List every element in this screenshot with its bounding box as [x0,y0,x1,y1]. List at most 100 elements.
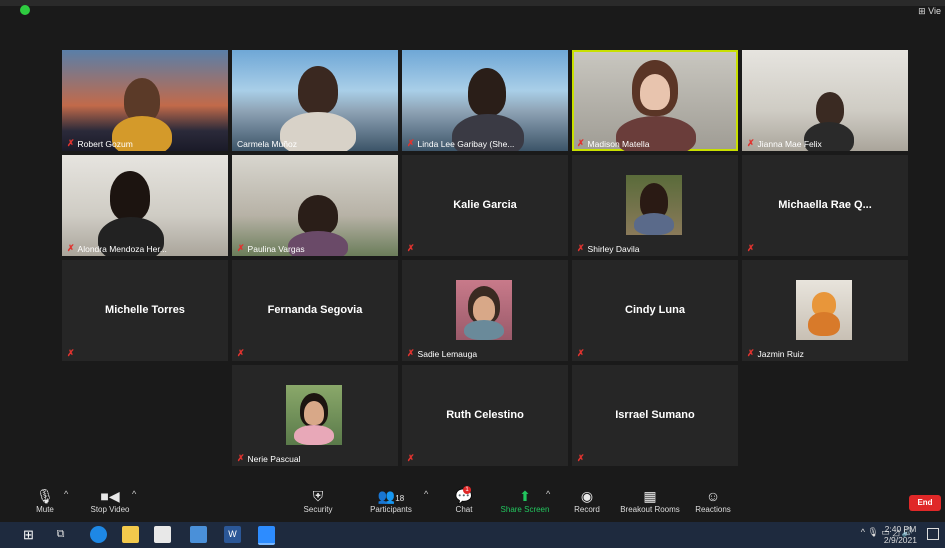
task-view-icon[interactable]: ⧉ [52,526,69,543]
video-tile-kalie-garcia[interactable]: Kalie Garcia ✗ [402,155,568,256]
video-options-chevron-icon[interactable]: ^ [132,489,136,499]
windows-taskbar: ⊞ ⧉ W ^ 🎙 ▭ ◿ 🔊 2:40 PM 2/9/2021 [0,522,945,548]
mic-muted-icon: ✗ [747,243,755,253]
record-label: Record [574,505,600,514]
notification-center-icon[interactable] [927,528,939,540]
participant-label: ✗ [747,243,755,254]
top-strip [0,0,945,6]
reactions-button[interactable]: ☺ Reactions [693,487,733,514]
participant-label: ✗ [67,348,75,359]
participant-label: ✗ [407,453,415,464]
record-icon: ◉ [580,488,594,504]
participant-label: ✗ Jazmin Ruiz [747,348,804,359]
participant-label: ✗ Jianna Mae Felix [747,138,822,149]
breakout-rooms-button[interactable]: ▦ Breakout Rooms [617,487,683,514]
stop-video-label: Stop Video [90,505,130,514]
video-tile-jianna-mae-felix[interactable]: ✗ Jianna Mae Felix [742,50,908,151]
record-button[interactable]: ◉ Record [571,487,603,514]
participant-name: Isrrael Sumano [615,409,695,421]
video-tile-madison-matella[interactable]: ✗ Madison Matella [572,50,738,151]
participant-label: ✗ [237,348,245,359]
microphone-icon: 🎙 [36,488,54,504]
app-icon[interactable] [190,526,207,543]
share-options-chevron-icon[interactable]: ^ [546,489,550,499]
participant-label: ✗ Sadie Lemauga [407,348,478,359]
mic-muted-icon: ✗ [407,453,415,463]
participants-options-chevron-icon[interactable]: ^ [424,489,428,499]
mic-muted-icon: ✗ [67,348,75,358]
mic-muted-icon: ✗ [67,138,75,148]
file-explorer-icon[interactable] [122,526,139,543]
edge-browser-icon[interactable] [90,526,107,543]
video-tile-fernanda-segovia[interactable]: Fernanda Segovia ✗ [232,260,398,361]
stop-video-button[interactable]: ■◀ Stop Video [85,487,135,514]
word-icon[interactable]: W [224,526,241,543]
video-tile-nerie-pascual[interactable]: ✗ Nerie Pascual [232,365,398,466]
participants-icon: 👥18 [377,488,405,504]
participant-video [110,171,150,221]
video-tile-michelle-torres[interactable]: Michelle Torres ✗ [62,260,228,361]
mic-muted-icon: ✗ [407,243,415,253]
share-screen-label: Share Screen [500,505,550,514]
mic-muted-icon: ✗ [407,138,415,148]
participant-name: Michaella Rae Q... [778,199,872,211]
video-tile-jazmin-ruiz[interactable]: ✗ Jazmin Ruiz [742,260,908,361]
windows-start-icon[interactable]: ⊞ [20,526,37,543]
security-label: Security [303,505,333,514]
participant-label: ✗ Nerie Pascual [237,453,301,464]
video-tile-alondra-mendoza[interactable]: ✗ Alondra Mendoza Her... [62,155,228,256]
breakout-rooms-label: Breakout Rooms [620,505,680,514]
mic-muted-icon: ✗ [407,348,415,358]
participant-video [468,68,506,116]
mic-muted-icon: ✗ [747,348,755,358]
share-screen-button[interactable]: ⬆ Share Screen [498,487,552,514]
mic-muted-icon: ✗ [237,348,245,358]
zoom-meeting-window: ⊞ Vie ✗ Robert Gozum Carmela Muñoz ✗ Linda… [0,0,945,520]
zoom-app-icon[interactable] [258,526,275,545]
security-button[interactable]: ⛨ Security [298,487,338,514]
participant-name: Michelle Torres [105,304,185,316]
video-tile-shirley-davila[interactable]: ✗ Shirley Davila [572,155,738,256]
participant-label: ✗ Paulina Vargas [237,243,305,254]
profile-photo [286,385,342,445]
participant-name: Ruth Celestino [446,409,524,421]
end-meeting-button[interactable]: End [909,495,941,511]
mic-muted-icon: ✗ [577,243,585,253]
clock-time: 2:40 PM [884,524,917,534]
participant-name: Cindy Luna [625,304,685,316]
video-tile-robert-gozum[interactable]: ✗ Robert Gozum [62,50,228,151]
breakout-rooms-icon: ▦ [643,488,657,504]
reactions-icon: ☺ [705,488,721,504]
shield-icon: ⛨ [312,488,324,504]
video-tile-isrrael-sumano[interactable]: Isrrael Sumano ✗ [572,365,738,466]
taskbar-clock[interactable]: 2:40 PM 2/9/2021 [884,524,917,546]
profile-photo [626,175,682,235]
participant-label: Carmela Muñoz [237,139,297,149]
mic-muted-icon: ✗ [67,243,75,253]
audio-options-chevron-icon[interactable]: ^ [64,489,68,499]
meeting-toolbar: 🎙 Mute ^ ■◀ Stop Video ^ ⛨ Security 👥18 … [0,485,945,520]
mic-muted-icon: ✗ [577,453,585,463]
video-tile-paulina-vargas[interactable]: ✗ Paulina Vargas [232,155,398,256]
view-button[interactable]: ⊞ Vie [918,6,941,17]
chat-unread-badge: 1 [463,486,471,494]
reactions-label: Reactions [695,505,731,514]
participant-video [298,195,338,235]
mute-button[interactable]: 🎙 Mute [30,487,60,514]
participant-label: ✗ [577,348,585,359]
video-tile-carmela-munoz[interactable]: Carmela Muñoz [232,50,398,151]
video-tile-sadie-lemauga[interactable]: ✗ Sadie Lemauga [402,260,568,361]
encryption-shield-icon[interactable] [20,5,30,15]
video-tile-michaella-rae[interactable]: Michaella Rae Q... ✗ [742,155,908,256]
video-tile-cindy-luna[interactable]: Cindy Luna ✗ [572,260,738,361]
participant-name: Kalie Garcia [453,199,517,211]
mic-muted-icon: ✗ [577,348,585,358]
store-icon[interactable] [154,526,171,543]
chat-button[interactable]: 💬 1 Chat [450,486,478,514]
video-tile-ruth-celestino[interactable]: Ruth Celestino ✗ [402,365,568,466]
mic-muted-icon: ✗ [237,453,245,463]
participants-label: Participants [370,505,412,514]
participant-label: ✗ Shirley Davila [577,243,640,254]
participants-button[interactable]: 👥18 Participants [366,487,416,514]
video-tile-linda-lee-garibay[interactable]: ✗ Linda Lee Garibay (She... [402,50,568,151]
